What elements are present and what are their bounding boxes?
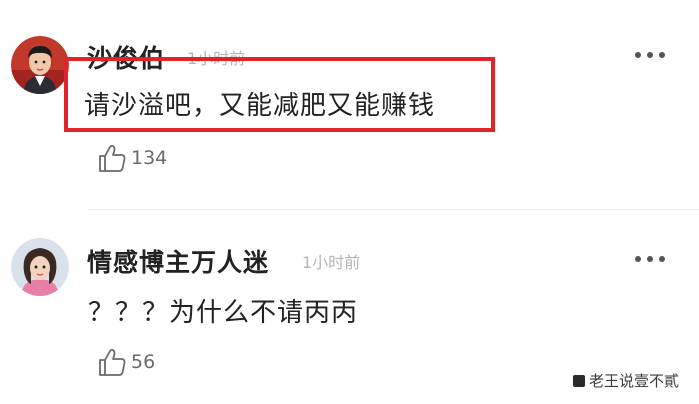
dot-icon bbox=[647, 256, 653, 262]
watermark: 老王说壹不貳 bbox=[573, 370, 679, 391]
comment-text: ？？？为什么不请丙丙 bbox=[88, 298, 359, 328]
watermark-logo-icon bbox=[573, 374, 585, 387]
comment-item: 沙俊伯 1小时前 请沙溢吧，又能减肥又能赚钱 134 bbox=[0, 0, 699, 209]
thumbs-up-icon bbox=[99, 348, 126, 376]
comment-username[interactable]: 情感博主万人迷 bbox=[87, 243, 269, 279]
boy-avatar-icon bbox=[11, 36, 69, 94]
comment-text: 请沙溢吧，又能减肥又能赚钱 bbox=[84, 91, 436, 121]
like-button[interactable]: 56 bbox=[97, 347, 155, 377]
dot-icon bbox=[659, 52, 665, 58]
avatar[interactable] bbox=[11, 238, 69, 296]
dot-icon bbox=[635, 256, 641, 262]
avatar[interactable] bbox=[11, 36, 69, 94]
like-button[interactable]: 134 bbox=[97, 143, 167, 173]
more-options-button[interactable] bbox=[635, 249, 665, 269]
like-count: 56 bbox=[131, 351, 156, 373]
dot-icon bbox=[647, 52, 653, 58]
dot-icon bbox=[659, 256, 665, 262]
thumbs-up-icon bbox=[99, 144, 126, 172]
more-options-button[interactable] bbox=[635, 45, 665, 65]
watermark-text: 老王说壹不貳 bbox=[589, 372, 680, 390]
woman-avatar-icon bbox=[11, 238, 69, 296]
like-count: 134 bbox=[131, 147, 168, 169]
comment-timestamp: 1小时前 bbox=[302, 253, 361, 272]
dot-icon bbox=[635, 52, 641, 58]
